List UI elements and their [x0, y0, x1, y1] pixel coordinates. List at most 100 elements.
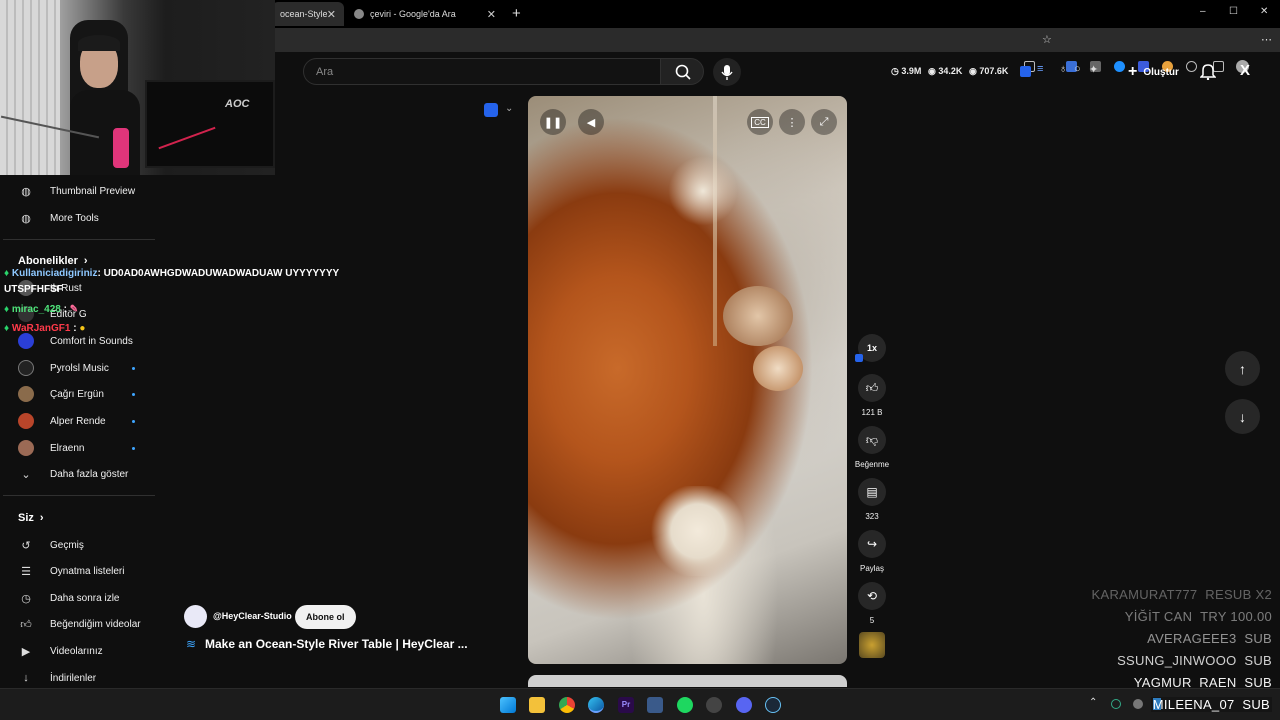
- comments-button[interactable]: ▤: [858, 478, 886, 506]
- chat-message: ♦ Kullaniciadigiriniz: UD0AD0AWHGDWADUWA…: [4, 268, 340, 279]
- extension-widget-icon[interactable]: [484, 103, 498, 117]
- sidebar-item-downloads[interactable]: ↓ İndirilenler: [18, 668, 96, 688]
- extension-badge-icon[interactable]: [1020, 66, 1031, 77]
- sidebar-item-history[interactable]: ↺ Geçmiş: [18, 535, 84, 555]
- avatar: [18, 413, 34, 429]
- minimize-button[interactable]: –: [1200, 6, 1206, 17]
- spotify-icon[interactable]: [677, 697, 693, 713]
- sparkle-icon[interactable]: ✦: [1089, 63, 1098, 76]
- cc-icon: CC: [751, 116, 769, 128]
- dislike-button[interactable]: 👎︎: [858, 426, 886, 454]
- search-button[interactable]: [660, 58, 704, 85]
- you-header[interactable]: Siz ›: [18, 512, 44, 524]
- search-input[interactable]: Ara: [303, 58, 661, 85]
- sidebar-item-subscription[interactable]: Pyrolsl Music: [18, 358, 109, 378]
- subscribe-button[interactable]: Abone ol: [295, 605, 356, 629]
- badge-icon: ♦: [4, 268, 12, 279]
- create-button[interactable]: + Oluştur: [1128, 63, 1179, 81]
- mute-button[interactable]: ◀: [578, 109, 604, 135]
- like-button[interactable]: 👍︎: [858, 374, 886, 402]
- remix-button[interactable]: ⟲: [858, 582, 886, 610]
- mic-icon: [721, 65, 733, 80]
- sidebar-item-more-tools[interactable]: ◍ More Tools: [18, 208, 99, 228]
- wave-icon: ≋: [186, 637, 197, 651]
- share-button[interactable]: ↪: [858, 530, 886, 558]
- sidebar-item-playlists[interactable]: ☰ Oynatma listeleri: [18, 561, 124, 581]
- sidebar-item-watch-later[interactable]: ◷ Daha sonra izle: [18, 588, 119, 608]
- app-icon[interactable]: [706, 697, 722, 713]
- sound-thumbnail[interactable]: [859, 632, 885, 658]
- close-icon[interactable]: ✕: [487, 8, 496, 21]
- sidebar-item-subscription[interactable]: Comfort in Sounds: [18, 331, 133, 351]
- sidebar-item-liked-videos[interactable]: 👍︎ Beğendiğim videolar: [18, 614, 140, 634]
- stat-views-total: ◉ 707.6K: [969, 66, 1009, 76]
- channel-name[interactable]: @HeyClear-Studio: [213, 611, 292, 621]
- seashell: [753, 346, 803, 391]
- tray-icon[interactable]: [1133, 699, 1143, 709]
- file-explorer-icon[interactable]: [529, 697, 545, 713]
- sidebar-divider: [3, 495, 155, 496]
- avatar: [18, 360, 34, 376]
- more-menu-icon[interactable]: ⋯: [1261, 33, 1272, 46]
- app-icon[interactable]: [647, 697, 663, 713]
- pause-button[interactable]: ❚❚: [540, 109, 566, 135]
- sidebar-item-subscription[interactable]: Alper Rende: [18, 411, 106, 431]
- close-window-button[interactable]: ✕: [1260, 6, 1268, 17]
- stat-views: ◉ 34.2K: [928, 66, 963, 76]
- chevron-down-icon[interactable]: ⌄: [505, 103, 513, 114]
- clock-icon: ◷: [891, 66, 902, 76]
- fullscreen-button[interactable]: ⤢: [811, 109, 837, 135]
- google-icon: [354, 9, 364, 19]
- more-options-button[interactable]: ⋮: [779, 109, 805, 135]
- window-blinds: [0, 0, 60, 175]
- tab-google[interactable]: çeviri - Google'da Ara ✕: [346, 2, 504, 26]
- tab-active[interactable]: ocean-Style Rive ✕: [272, 2, 344, 26]
- captions-button[interactable]: CC: [747, 109, 773, 135]
- show-more-button[interactable]: ⌄ Daha fazla göster: [18, 464, 128, 484]
- history-icon: ↺: [21, 539, 31, 552]
- sidebar-item-subscription[interactable]: Elraenn: [18, 438, 84, 458]
- sidebar-item-subscription[interactable]: Çağrı Ergün: [18, 384, 104, 404]
- start-icon[interactable]: [500, 697, 516, 713]
- subscriptions-header[interactable]: Abonelikler ›: [18, 255, 88, 267]
- channel-avatar[interactable]: [184, 605, 207, 628]
- notifications-button[interactable]: [1199, 62, 1217, 85]
- close-icon[interactable]: ✕: [327, 8, 336, 21]
- chat-message: ♦ WaRJanGF1 : ●: [4, 323, 86, 334]
- steam-icon[interactable]: [765, 697, 781, 713]
- maximize-button[interactable]: ☐: [1229, 6, 1238, 17]
- chat-bubble-icon[interactable]: ○: [1074, 63, 1081, 75]
- windows-taskbar: [0, 688, 1280, 720]
- chevron-up-icon[interactable]: ⌃: [1089, 697, 1097, 708]
- extensions-puzzle-icon[interactable]: [1186, 61, 1197, 72]
- edge-icon[interactable]: [588, 697, 604, 713]
- list-icon[interactable]: ≡: [1037, 63, 1043, 75]
- download-icon: ↓: [23, 672, 29, 684]
- plus-icon: +: [1128, 63, 1138, 80]
- new-tab-button[interactable]: +: [512, 5, 521, 22]
- x-icon[interactable]: X: [1240, 62, 1250, 79]
- tray-icon[interactable]: [1111, 699, 1121, 709]
- trophy-icon[interactable]: ♁: [1059, 63, 1067, 75]
- chrome-icon[interactable]: [559, 697, 575, 713]
- chat-message: ♦ mirac_428 : ✎: [4, 304, 79, 315]
- voice-search-button[interactable]: [713, 58, 741, 86]
- star-icon[interactable]: ☆: [1042, 28, 1053, 46]
- thumbs-up-icon: 👍︎: [865, 380, 879, 395]
- short-video-player[interactable]: ❚❚ ◀ CC ⋮ ⤢: [528, 96, 847, 664]
- sidebar-item-your-videos[interactable]: ▶ Videolarınız: [18, 641, 103, 661]
- short-title[interactable]: Make an Ocean-Style River Table | HeyCle…: [205, 637, 468, 651]
- alert-entry: KARAMURAT777 RESUB X2: [1091, 587, 1272, 602]
- discord-icon[interactable]: [736, 697, 752, 713]
- sidebar-item-thumbnail-preview[interactable]: ◍ Thumbnail Preview: [18, 181, 135, 201]
- extension-icon[interactable]: [1114, 61, 1125, 72]
- previous-short-button[interactable]: ↑: [1225, 351, 1260, 386]
- premiere-icon[interactable]: Pr: [618, 697, 634, 713]
- playlist-icon: ☰: [21, 565, 31, 578]
- tab-title: ocean-Style Rive: [280, 9, 327, 19]
- next-short-button[interactable]: ↓: [1225, 399, 1260, 434]
- share-label: Paylaş: [859, 564, 884, 573]
- monitor-logo: AOC: [225, 98, 250, 110]
- monitor-light: [158, 126, 216, 150]
- new-content-dot: [132, 367, 135, 370]
